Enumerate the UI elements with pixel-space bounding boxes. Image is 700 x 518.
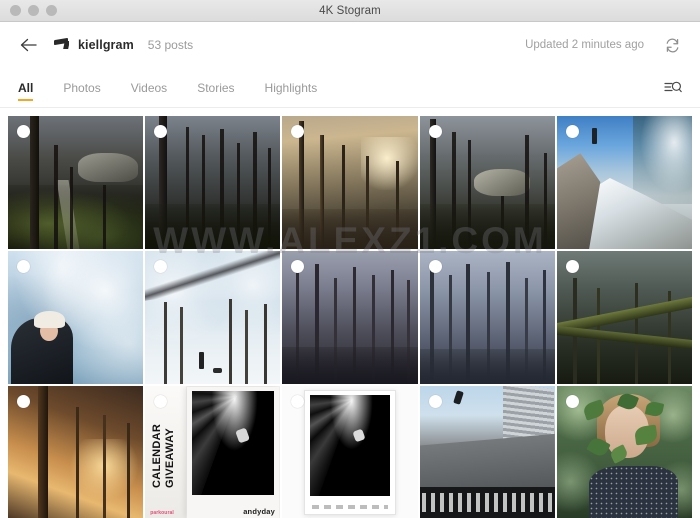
account-toolbar: kiellgram 53 posts Updated 2 minutes ago [0,22,700,68]
tab-photos[interactable]: Photos [63,68,100,107]
grid-item[interactable]: CALENDAR GIVEAWAY parkoural andyday [145,386,281,518]
grid-item[interactable] [282,116,418,249]
photo-thumbnail [282,386,418,518]
tab-stories[interactable]: Stories [197,68,234,107]
photo-thumbnail [8,251,144,384]
grid-item[interactable] [282,386,418,518]
select-checkbox[interactable] [428,125,442,138]
poster-artwork [309,395,391,497]
window-title: 4K Stogram [319,4,381,17]
select-checkbox[interactable] [428,395,442,408]
decor-figure [591,127,597,144]
select-checkbox[interactable] [17,125,30,138]
select-checkbox[interactable] [565,125,579,138]
poster-brand: andyday [243,506,276,516]
decor-hat [33,310,65,329]
filter-search-button[interactable] [664,68,682,107]
account-username: kiellgram [78,38,134,52]
app-window: 4K Stogram kiellgram 53 posts Updated 2 … [0,0,700,518]
photo-thumbnail: CALENDAR GIVEAWAY parkoural andyday [145,386,281,518]
tab-videos[interactable]: Videos [131,68,167,107]
select-checkbox[interactable] [428,260,442,273]
grid-item[interactable] [8,116,144,249]
grid-item[interactable] [282,251,418,384]
decor-log [556,325,692,351]
grid-item[interactable] [419,116,555,249]
select-checkbox[interactable] [17,395,30,408]
decor-figure [199,352,205,370]
decor-figure [235,427,250,443]
photo-thumbnail [8,116,144,249]
sponsor-logo: parkoural [150,510,174,516]
select-checkbox[interactable] [17,260,30,273]
grid-item[interactable] [145,116,281,249]
updated-status: Updated 2 minutes ago [525,39,644,51]
grid-item[interactable] [556,116,692,249]
grid-item[interactable] [419,386,555,518]
decor-jumping-figure [452,390,464,406]
photo-grid: WWW.ALEXZ1.COM CALENDAR GIVEAWAY parkour… [0,108,700,518]
decor-concrete-slab [419,433,555,488]
grid-item[interactable] [145,251,281,384]
poster-sheet [304,389,396,515]
decor-windows [419,487,555,518]
photo-thumbnail [145,251,281,384]
decor-sun-glow [360,137,418,191]
grid-item[interactable] [419,251,555,384]
calendar-line-2: GIVEAWAY [163,427,176,488]
photo-thumbnail [282,251,418,384]
grid-item[interactable] [556,386,692,518]
tab-videos-label: Videos [130,80,168,95]
select-checkbox[interactable] [565,395,579,408]
photo-thumbnail [282,116,418,249]
poster-artwork [191,391,275,496]
photo-thumbnail [145,116,281,249]
decor-trees [632,116,692,204]
decor-rock [473,169,531,196]
decor-rock [78,153,138,183]
decor-dress [589,465,679,518]
decor-dog [212,368,222,374]
calendar-line-1: CALENDAR [151,423,164,488]
decor-figure [352,428,366,442]
select-checkbox[interactable] [565,260,579,273]
tab-all-label: All [18,80,34,95]
grid-item[interactable] [8,251,144,384]
grid-item[interactable] [556,251,692,384]
tab-highlights-label: Highlights [264,80,318,95]
filter-search-icon [664,81,682,93]
grid-item[interactable] [8,386,144,518]
tab-all[interactable]: All [18,68,34,107]
refresh-button[interactable] [662,35,682,55]
posts-count: 53 posts [147,38,194,52]
poster-caption-line [312,505,388,510]
content-tabbar: All Photos Videos Stories Highlights [0,68,700,108]
avatar[interactable] [54,37,69,53]
tab-highlights[interactable]: Highlights [265,68,318,107]
refresh-icon [666,37,678,53]
tab-stories-label: Stories [197,80,235,95]
tab-photos-label: Photos [63,80,101,95]
window-titlebar: 4K Stogram [0,0,700,22]
back-button[interactable] [18,34,40,56]
arrow-left-icon [20,38,37,52]
poster-sheet: andyday [187,387,280,518]
